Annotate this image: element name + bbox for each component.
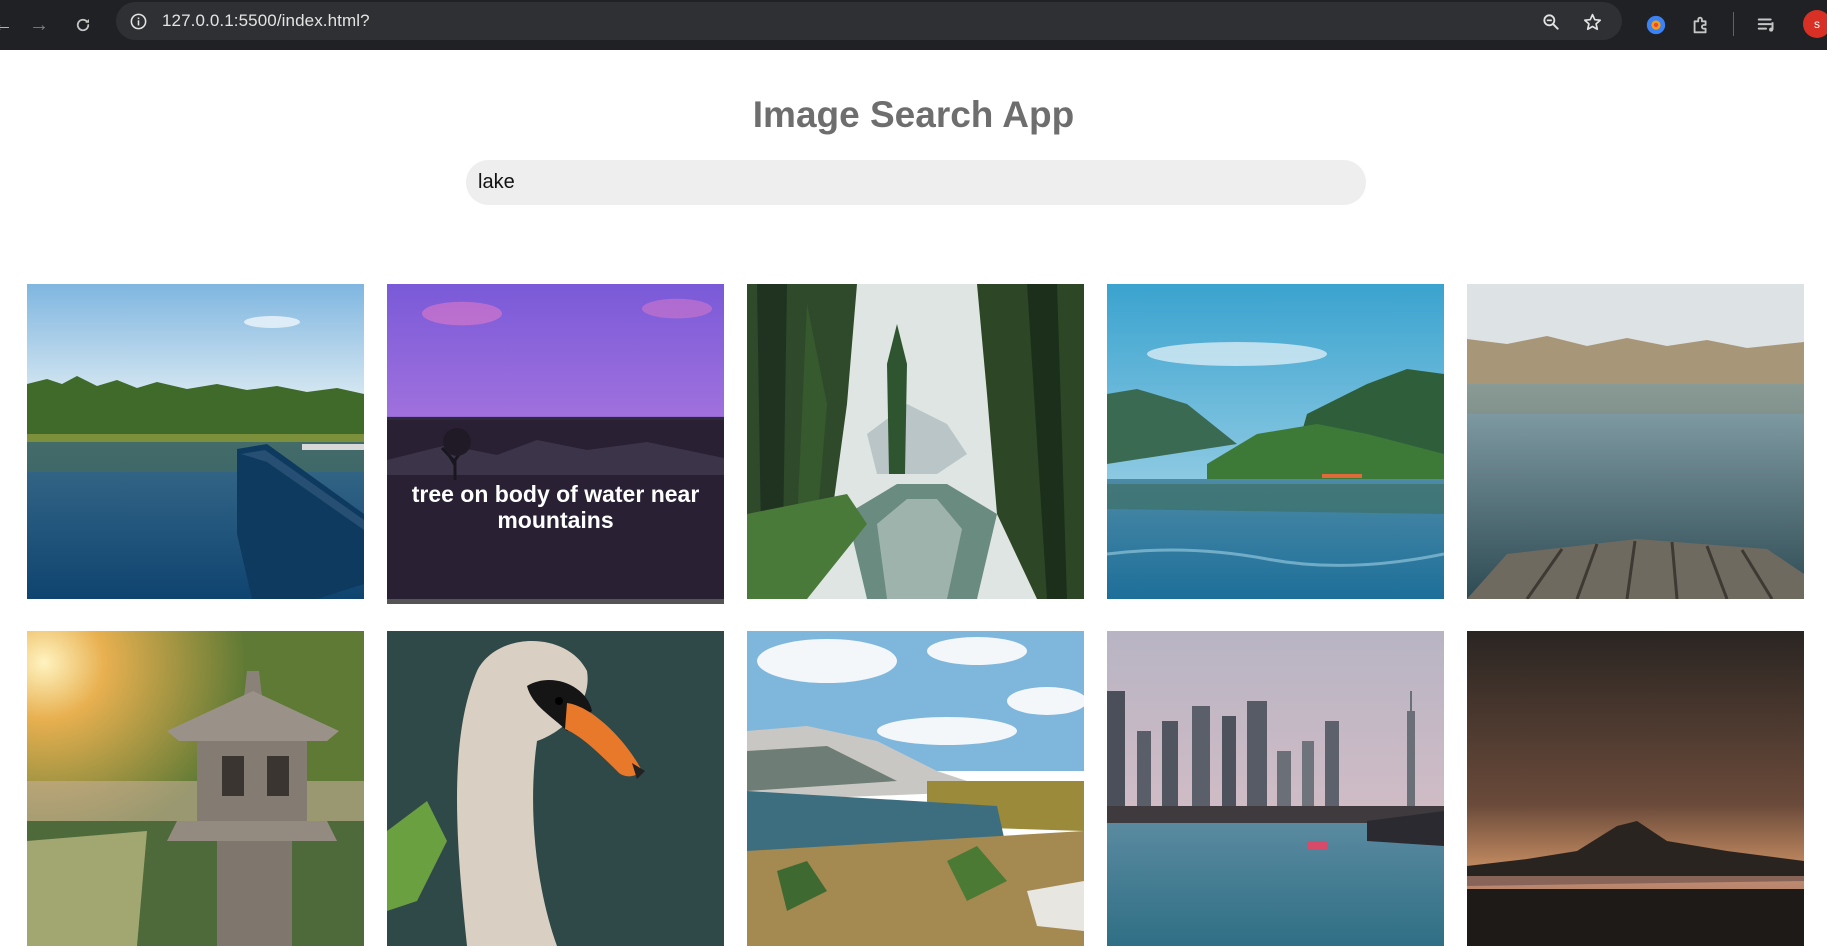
extension-button[interactable] — [1639, 8, 1673, 42]
address-bar[interactable]: 127.0.0.1:5500/index.html? — [116, 2, 1622, 40]
zoom-icon — [1543, 14, 1559, 30]
sunset-mountain-photo — [1467, 631, 1804, 946]
result-image-mountain-lake[interactable] — [1107, 284, 1444, 599]
zoom-button[interactable] — [1539, 10, 1563, 34]
result-image-tree-in-water[interactable]: tree on body of water near mountains — [387, 284, 724, 604]
result-image-lake-dock[interactable] — [1467, 284, 1804, 599]
forward-button[interactable]: → — [22, 8, 56, 42]
city-skyline-photo — [1107, 631, 1444, 946]
profile-avatar[interactable]: s — [1803, 10, 1827, 38]
puzzle-icon — [1693, 16, 1707, 34]
search-input[interactable] — [466, 160, 1366, 205]
arrow-right-icon: → — [29, 13, 49, 36]
result-image-sunset-mountain[interactable] — [1467, 631, 1804, 946]
result-image-forest-river[interactable] — [747, 284, 1084, 599]
info-icon — [130, 13, 146, 29]
browser-toolbar: ← → 127.0.0.1:5500/index.html? s — [0, 0, 1827, 50]
page-title: Image Search App — [752, 94, 1075, 135]
toolbar-divider — [1733, 12, 1734, 36]
lake-dock-photo — [1467, 284, 1804, 599]
media-button[interactable] — [1750, 8, 1784, 42]
bookmark-button[interactable] — [1580, 10, 1604, 34]
swan-photo — [387, 631, 724, 946]
star-icon — [1583, 13, 1601, 30]
extension-icon — [1646, 15, 1666, 35]
site-info-button[interactable] — [128, 11, 148, 31]
stone-lantern-photo — [27, 631, 364, 946]
result-image-stone-lantern[interactable] — [27, 631, 364, 946]
reload-icon — [76, 18, 90, 32]
arrow-left-icon: ← — [0, 13, 13, 36]
result-image-city-skyline-lake[interactable] — [1107, 631, 1444, 946]
reload-button[interactable] — [66, 8, 100, 42]
extensions-button[interactable] — [1684, 8, 1718, 42]
image-caption-overlay: tree on body of water near mountains — [387, 420, 724, 604]
result-image-lake-canoe[interactable] — [27, 284, 364, 599]
url-text[interactable]: 127.0.0.1:5500/index.html? — [162, 11, 370, 31]
back-button[interactable]: ← — [0, 8, 20, 42]
media-queue-icon — [1757, 18, 1774, 32]
mountain-lake-photo — [1107, 284, 1444, 599]
result-image-alpine-lake[interactable] — [747, 631, 1084, 946]
tree-silhouette — [387, 428, 724, 480]
alpine-lake-photo — [747, 631, 1084, 946]
lake-canoe-photo — [27, 284, 364, 599]
caption-bottom-bar — [387, 599, 724, 604]
image-results-grid: tree on body of water near mountains — [27, 284, 1804, 946]
result-image-swan[interactable] — [387, 631, 724, 946]
forest-river-photo — [747, 284, 1084, 599]
